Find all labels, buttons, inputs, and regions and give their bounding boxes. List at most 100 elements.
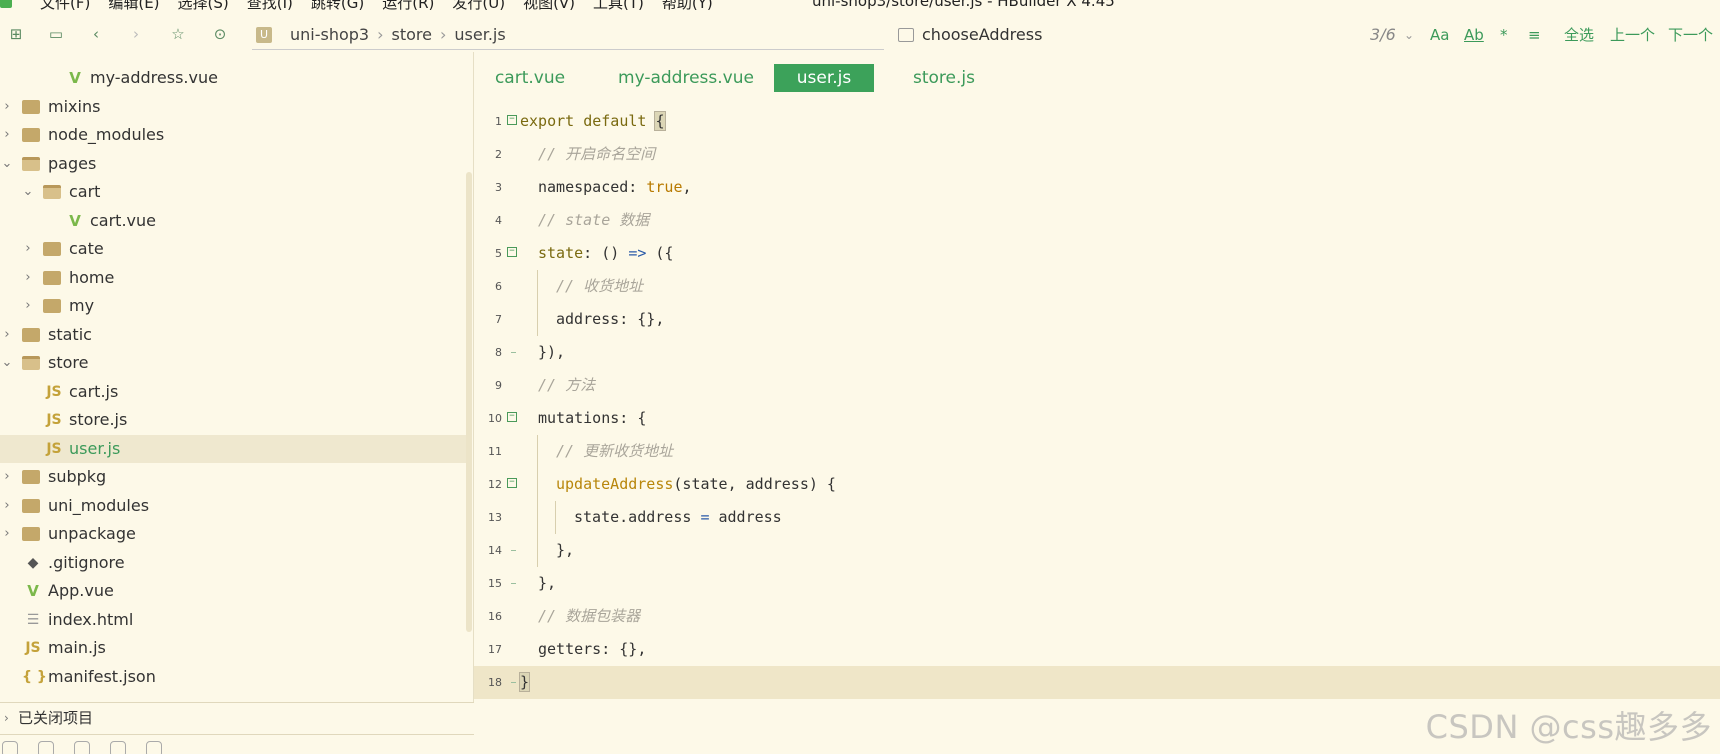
code-line[interactable]: 9 // 方法 bbox=[474, 369, 1720, 402]
code-line[interactable]: 16 // 数据包装器 bbox=[474, 600, 1720, 633]
settings-icon[interactable] bbox=[74, 741, 90, 754]
search-input[interactable]: chooseAddress bbox=[922, 22, 1042, 48]
tree-file[interactable]: Vmy-address.vue bbox=[0, 64, 466, 92]
menu-item[interactable]: 发行(U) bbox=[452, 0, 505, 10]
regex-toggle[interactable]: * bbox=[1500, 22, 1508, 48]
code-line[interactable]: 15}, bbox=[474, 567, 1720, 600]
menu-item[interactable]: 运行(R) bbox=[382, 0, 434, 10]
back-icon[interactable]: ‹ bbox=[86, 24, 106, 44]
tree-folder[interactable]: › unpackage bbox=[0, 520, 466, 548]
tree-folder[interactable]: ⌄ store bbox=[0, 349, 466, 377]
fold-toggle-icon[interactable]: − bbox=[507, 412, 517, 422]
toolbar: ⊞ ▭ ‹ › ☆ ⊙ U uni-shop3 › store › user.js ch… bbox=[0, 18, 1720, 52]
run-icon[interactable]: ⊙ bbox=[210, 24, 230, 44]
fold-toggle-icon[interactable]: − bbox=[507, 478, 517, 488]
code-line[interactable]: 4 // state 数据 bbox=[474, 204, 1720, 237]
tree-file[interactable]: ☰ index.html bbox=[0, 606, 466, 634]
tree-folder[interactable]: › node_modules bbox=[0, 121, 466, 149]
editor-tab[interactable]: cart.vue bbox=[480, 64, 580, 92]
menu-item[interactable]: 视图(V) bbox=[523, 0, 575, 10]
save-icon[interactable]: ▭ bbox=[46, 24, 66, 44]
chevron-right-icon[interactable]: › bbox=[21, 235, 35, 263]
address-bar[interactable]: U uni-shop3 › store › user.js bbox=[252, 22, 884, 50]
whole-word-toggle[interactable]: Ab bbox=[1464, 22, 1484, 48]
menu-item[interactable]: 帮助(Y) bbox=[662, 0, 713, 10]
panel-icon[interactable] bbox=[2, 741, 18, 754]
tree-folder[interactable]: › uni_modules bbox=[0, 492, 466, 520]
previous-match-button[interactable]: 上一个 bbox=[1610, 22, 1655, 48]
forward-icon[interactable]: › bbox=[126, 24, 146, 44]
menu-item[interactable]: 查找(I) bbox=[247, 0, 293, 10]
code-line[interactable]: 18} bbox=[474, 666, 1720, 699]
chevron-right-icon[interactable]: › bbox=[0, 321, 14, 349]
tree-file[interactable]: JS cart.js bbox=[0, 378, 466, 406]
chevron-down-icon[interactable]: ⌄ bbox=[0, 150, 14, 178]
refresh-icon[interactable] bbox=[110, 741, 126, 754]
code-line[interactable]: 1− export default { bbox=[474, 105, 1720, 138]
tree-file[interactable]: { } manifest.json bbox=[0, 663, 466, 691]
theme-icon[interactable] bbox=[146, 741, 162, 754]
menu-item[interactable]: 文件(F) bbox=[40, 0, 90, 10]
tree-file[interactable]: Vcart.vue bbox=[0, 207, 466, 235]
code-line[interactable]: 12− updateAddress(state, address) { bbox=[474, 468, 1720, 501]
sidebar-scrollbar[interactable] bbox=[466, 172, 472, 632]
chevron-down-icon[interactable]: ⌄ bbox=[21, 178, 35, 206]
tree-file[interactable]: JS store.js bbox=[0, 406, 466, 434]
chevron-right-icon[interactable]: › bbox=[21, 292, 35, 320]
code-line[interactable]: 13 state.address = address bbox=[474, 501, 1720, 534]
line-number: 8 bbox=[495, 346, 502, 359]
tree-item-label: cart.js bbox=[69, 381, 119, 401]
new-file-icon[interactable]: ⊞ bbox=[6, 24, 26, 44]
tree-folder[interactable]: › home bbox=[0, 264, 466, 292]
tree-file[interactable]: JS main.js bbox=[0, 634, 466, 662]
chevron-right-icon[interactable]: › bbox=[21, 264, 35, 292]
tree-folder[interactable]: › my bbox=[0, 292, 466, 320]
code-line[interactable]: 6 // 收货地址 bbox=[474, 270, 1720, 303]
closed-projects-section[interactable]: › 已关闭项目 bbox=[0, 702, 474, 732]
menu-item[interactable]: 选择(S) bbox=[178, 0, 229, 10]
tree-file[interactable]: JS user.js bbox=[0, 434, 466, 463]
editor-tab[interactable]: store.js bbox=[894, 64, 994, 92]
chevron-right-icon[interactable]: › bbox=[0, 121, 14, 149]
tree-folder[interactable]: ⌄ cart bbox=[0, 178, 466, 206]
menu-item[interactable]: 跳转(G) bbox=[311, 0, 364, 10]
code-line[interactable]: 8}), bbox=[474, 336, 1720, 369]
code-line[interactable]: 3 namespaced: true, bbox=[474, 171, 1720, 204]
chevron-right-icon[interactable]: › bbox=[0, 492, 14, 520]
tree-file[interactable]: V App.vue bbox=[0, 577, 466, 605]
chevron-down-icon[interactable]: ⌄ bbox=[0, 349, 14, 377]
code-line[interactable]: 11 // 更新收货地址 bbox=[474, 435, 1720, 468]
tree-folder[interactable]: › cate bbox=[0, 235, 466, 263]
next-match-button[interactable]: 下一个 bbox=[1668, 22, 1713, 48]
menu-item[interactable]: 工具(T) bbox=[593, 0, 644, 10]
fold-toggle-icon[interactable]: − bbox=[507, 247, 517, 257]
in-selection-toggle[interactable]: ≡ bbox=[1528, 22, 1541, 48]
chevron-right-icon[interactable]: › bbox=[0, 93, 14, 121]
code-line[interactable]: 2 // 开启命名空间 bbox=[474, 138, 1720, 171]
tree-item-label: cate bbox=[69, 239, 104, 258]
editor-tab[interactable]: user.js bbox=[774, 64, 874, 92]
code-line[interactable]: 7 address: {}, bbox=[474, 303, 1720, 336]
plugin-icon[interactable] bbox=[38, 741, 54, 754]
code-line[interactable]: 10− mutations: { bbox=[474, 402, 1720, 435]
breadcrumb-item[interactable]: uni-shop3 bbox=[290, 25, 369, 44]
tree-folder[interactable]: › mixins bbox=[0, 93, 466, 121]
breadcrumb-item[interactable]: store bbox=[392, 25, 432, 44]
breadcrumb-item[interactable]: user.js bbox=[454, 25, 505, 44]
code-line[interactable]: 14}, bbox=[474, 534, 1720, 567]
tree-folder[interactable]: › subpkg bbox=[0, 463, 466, 491]
tree-folder[interactable]: ⌄ pages bbox=[0, 150, 466, 178]
match-case-toggle[interactable]: Aa bbox=[1430, 22, 1449, 48]
code-line[interactable]: 5− state: () => ({ bbox=[474, 237, 1720, 270]
tree-folder[interactable]: › static bbox=[0, 321, 466, 349]
code-line[interactable]: 17 getters: {}, bbox=[474, 633, 1720, 666]
fold-toggle-icon[interactable]: − bbox=[507, 115, 517, 125]
star-icon[interactable]: ☆ bbox=[168, 24, 188, 44]
chevron-right-icon[interactable]: › bbox=[0, 520, 14, 548]
select-all-button[interactable]: 全选 bbox=[1564, 22, 1594, 48]
tree-file[interactable]: ◆ .gitignore bbox=[0, 549, 466, 577]
menu-item[interactable]: 编辑(E) bbox=[108, 0, 159, 10]
editor-tab[interactable]: my-address.vue bbox=[606, 64, 766, 92]
chevron-down-icon[interactable]: ⌄ bbox=[1404, 22, 1414, 48]
chevron-right-icon[interactable]: › bbox=[0, 463, 14, 491]
